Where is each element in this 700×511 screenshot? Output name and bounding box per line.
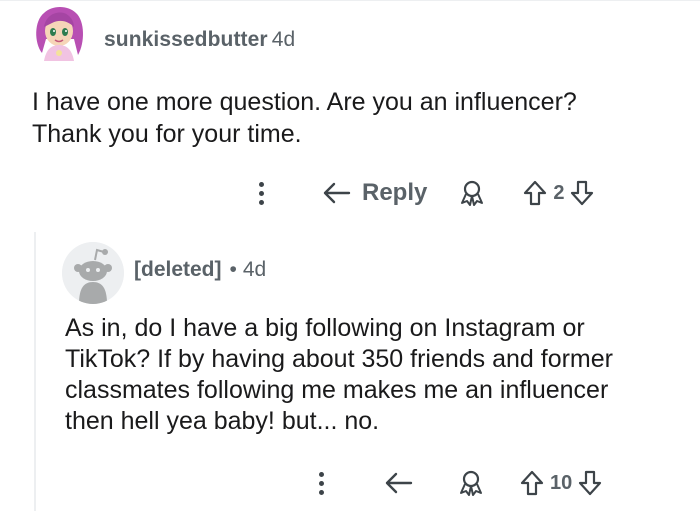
award-icon[interactable] — [456, 468, 486, 498]
comment-body: I have one more question. Are you an inf… — [32, 86, 672, 150]
comment-body: As in, do I have a big following on Inst… — [65, 313, 675, 437]
vote-count: 10 — [550, 471, 573, 494]
more-options-icon[interactable] — [314, 471, 328, 495]
upvote-icon[interactable] — [523, 180, 547, 206]
downvote-icon[interactable] — [570, 180, 594, 206]
comment-actions: Reply 2 — [254, 170, 594, 216]
avatar — [62, 242, 124, 304]
thread-line[interactable] — [34, 232, 36, 511]
comment-body-line: TikTok? If by having about 350 friends a… — [65, 345, 613, 373]
comment-body-line: then hell yea baby! but... no. — [65, 407, 380, 435]
username: [deleted] — [134, 258, 222, 281]
comment-body-line: Thank you for your time. — [32, 120, 302, 148]
comment-author[interactable]: sunkissedbutter 4d — [104, 28, 295, 52]
comment-body-line: As in, do I have a big following on Inst… — [65, 314, 585, 342]
vote-count: 2 — [553, 181, 565, 204]
comment-age: 4d — [271, 28, 296, 51]
username[interactable]: sunkissedbutter — [104, 28, 268, 51]
avatar[interactable] — [30, 3, 88, 61]
comment-age: 4d — [242, 258, 267, 281]
downvote-icon[interactable] — [578, 470, 602, 496]
comment-body-line: classmates following me makes me an infl… — [65, 376, 609, 404]
reply-button[interactable]: Reply — [322, 179, 427, 207]
reply-label: Reply — [362, 179, 428, 206]
award-icon[interactable] — [457, 178, 487, 208]
top-divider — [0, 0, 700, 1]
comment-author: [deleted] • 4d — [134, 258, 266, 282]
reply-arrow-icon — [322, 181, 352, 205]
comment-actions: 10 — [314, 460, 602, 506]
upvote-icon[interactable] — [520, 470, 544, 496]
more-options-icon[interactable] — [254, 181, 268, 205]
comment-body-line: I have one more question. Are you an inf… — [32, 88, 577, 116]
reply-arrow-icon[interactable] — [384, 471, 414, 495]
meta-separator: • — [229, 258, 237, 281]
